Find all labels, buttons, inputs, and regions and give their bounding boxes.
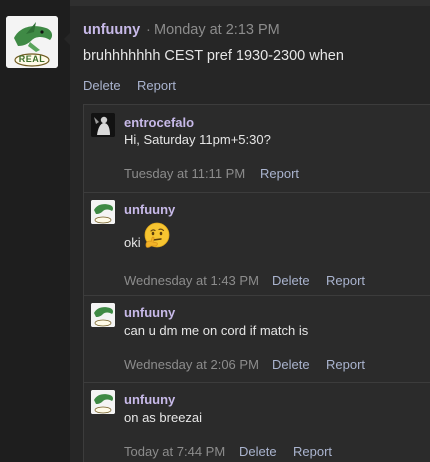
reply-body: can u dm me on cord if match is [124,323,309,338]
reply-timestamp[interactable]: Today at 7:44 PM [124,444,225,459]
delete-link[interactable]: Delete [83,78,121,93]
avatar-unfuuny[interactable] [91,200,115,224]
post-author[interactable]: unfuuny [83,22,140,38]
post-pointer [64,32,71,46]
reply-timestamp[interactable]: Wednesday at 1:43 PM [124,273,259,288]
reply-body: on as breezai [124,410,203,425]
reply-body: Hi, Saturday 11pm+5:30? [124,132,271,147]
report-link[interactable]: Report [326,273,365,288]
real-logo-text: REAL [18,54,46,64]
reply-timestamp[interactable]: Tuesday at 11:11 PM [124,166,245,181]
reply-author[interactable]: unfuuny [124,392,175,407]
delete-link[interactable]: Delete [272,273,310,288]
dark-figure-icon [91,113,115,137]
reply-item: unfuuny on as breezai Today at 7:44 PM D… [84,383,430,462]
reply-author[interactable]: entrocefalo [124,115,194,130]
post-timestamp[interactable]: Monday at 2:13 PM [154,22,280,38]
meta-separator: · [146,22,151,38]
reply-author[interactable]: unfuuny [124,305,175,320]
reply-item: entrocefalo Hi, Saturday 11pm+5:30? Tues… [84,105,430,192]
real-logo-icon [91,200,115,224]
report-link[interactable]: Report [260,166,299,181]
reply-item: unfuuny can u dm me on cord if match is … [84,296,430,382]
report-link[interactable]: Report [293,444,332,459]
avatar-unfuuny[interactable] [91,390,115,414]
reply-timestamp[interactable]: Wednesday at 2:06 PM [124,357,259,372]
thread-page: REAL unfuuny · Monday at 2:13 PM bruhhhh… [0,0,430,462]
reply-author[interactable]: unfuuny [124,202,175,217]
post-body: bruhhhhhhh CEST pref 1930-2300 when [83,48,344,64]
delete-link[interactable]: Delete [272,357,310,372]
left-gutter [0,0,70,462]
avatar-entrocefalo[interactable] [91,113,115,137]
avatar-unfuuny[interactable] [91,303,115,327]
thinking-face-emoji-icon [144,222,170,248]
replies-panel: entrocefalo Hi, Saturday 11pm+5:30? Tues… [83,104,430,462]
reply-item: unfuuny oki Wednesday at 1:43 PM Delete … [84,193,430,295]
reply-body: oki [124,235,141,250]
avatar-unfuuny[interactable]: REAL [6,16,58,68]
real-logo-icon [91,390,115,414]
report-link[interactable]: Report [137,78,176,93]
real-logo-icon [91,303,115,327]
delete-link[interactable]: Delete [239,444,277,459]
report-link[interactable]: Report [326,357,365,372]
